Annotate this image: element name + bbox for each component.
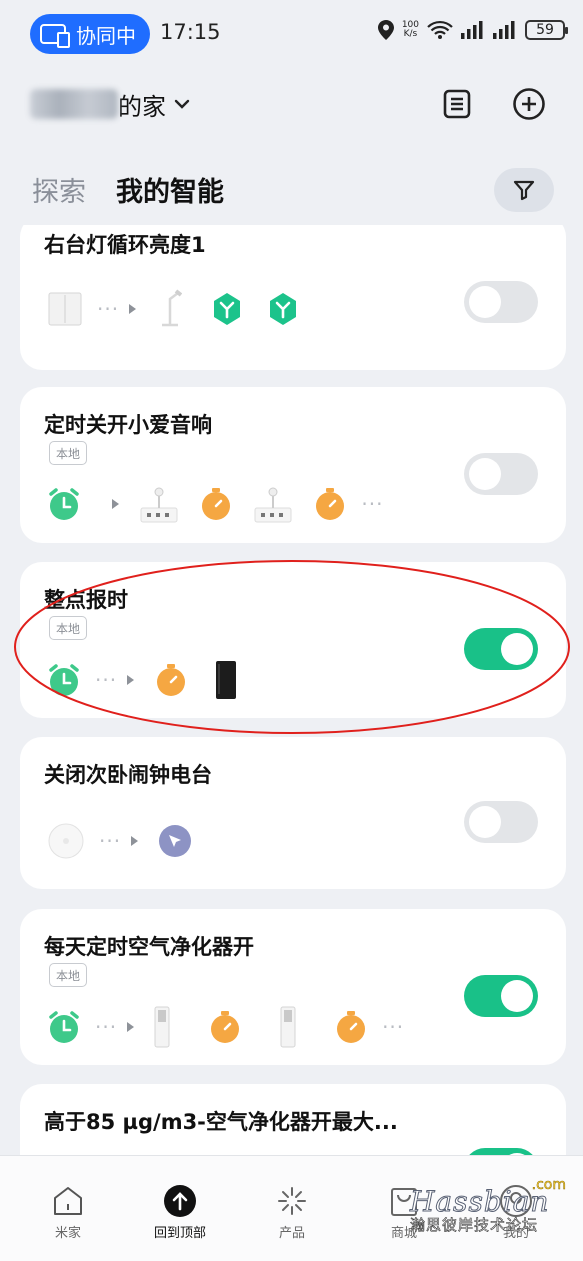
battery-indicator: 59 xyxy=(525,20,568,40)
tab-explore[interactable]: 探索 xyxy=(32,170,86,209)
home-owner-blurred xyxy=(30,89,118,119)
timer-icon xyxy=(334,1010,368,1044)
local-badge: 本地 xyxy=(49,963,87,987)
hexagon-device-icon xyxy=(212,292,242,326)
arrow-right-icon xyxy=(127,675,135,685)
scene-card[interactable]: 整点报时 本地 ··· xyxy=(20,562,566,718)
nav-home[interactable]: 米家 xyxy=(28,1184,108,1241)
air-purifier-device-icon xyxy=(280,1006,296,1048)
scene-title: 每天定时空气净化器开 xyxy=(44,935,254,959)
round-sensor-device-icon xyxy=(47,822,85,860)
document-list-icon xyxy=(443,89,471,119)
ellipsis-icon: ··· xyxy=(99,829,122,853)
power-strip-device-icon xyxy=(253,484,293,524)
alarm-clock-icon xyxy=(47,487,81,521)
chevron-down-icon xyxy=(174,99,190,109)
status-bar: 协同中 17:15 100 K/s 59 xyxy=(0,0,583,70)
nav-products[interactable]: 产品 xyxy=(252,1184,332,1241)
arrow-right-icon xyxy=(112,499,120,509)
hexagon-device-icon xyxy=(268,292,298,326)
network-speed: 100 K/s xyxy=(401,20,419,39)
scene-card[interactable]: 关闭次卧闹钟电台 ··· xyxy=(20,737,566,889)
desk-lamp-device-icon xyxy=(156,289,183,329)
timer-icon xyxy=(313,487,347,521)
scene-list[interactable]: 右台灯循环亮度1 ··· 定时关开小爱音响 本地 ··· 整点报时 本地 ···… xyxy=(0,225,583,1155)
log-button[interactable] xyxy=(437,84,477,124)
local-badge: 本地 xyxy=(49,441,87,465)
scene-title: 定时关开小爱音响 xyxy=(44,413,212,437)
air-purifier-device-icon xyxy=(154,1006,170,1048)
scene-toggle[interactable] xyxy=(464,1148,538,1155)
nav-back-to-top[interactable]: 回到顶部 xyxy=(140,1184,220,1241)
scene-card[interactable]: 高于85 µg/m3-空气净化器开最大... xyxy=(20,1084,566,1155)
scene-toggle[interactable] xyxy=(464,628,538,670)
scene-flow: ··· xyxy=(47,660,264,700)
scene-title: 右台灯循环亮度1 xyxy=(44,233,206,257)
arrow-right-icon xyxy=(127,1022,135,1032)
scene-flow: ··· xyxy=(47,289,324,329)
scene-toggle[interactable] xyxy=(464,801,538,843)
wall-switch-device-icon xyxy=(47,291,83,327)
power-strip-device-icon xyxy=(139,484,179,524)
scene-toggle[interactable] xyxy=(464,453,538,495)
arrow-up-icon xyxy=(164,1185,196,1217)
watermark: .com Hassbian 瀚思彼岸技术论坛 xyxy=(410,1177,567,1235)
scene-card[interactable]: 每天定时空气净化器开 本地 ··· ··· xyxy=(20,909,566,1065)
home-icon xyxy=(54,1187,82,1215)
tab-my-smart[interactable]: 我的智能 xyxy=(116,170,224,209)
ellipsis-icon: ··· xyxy=(361,492,384,516)
filter-icon xyxy=(513,180,535,201)
timer-icon xyxy=(154,663,188,697)
clock: 17:15 xyxy=(160,20,221,44)
scene-title: 高于85 µg/m3-空气净化器开最大... xyxy=(44,1110,398,1134)
scene-title: 关闭次卧闹钟电台 xyxy=(44,763,212,787)
timer-icon xyxy=(199,487,233,521)
signal-icon xyxy=(461,21,483,39)
scene-card[interactable]: 右台灯循环亮度1 ··· xyxy=(20,225,566,370)
scene-title: 整点报时 xyxy=(44,588,128,612)
collab-indicator[interactable]: 协同中 xyxy=(30,14,150,54)
add-button[interactable] xyxy=(509,84,549,124)
sparkle-icon xyxy=(278,1187,306,1215)
signal-icon-2 xyxy=(493,21,515,39)
ellipsis-icon: ··· xyxy=(95,668,118,692)
home-name: 的家 xyxy=(118,92,166,121)
wifi-icon xyxy=(427,20,453,39)
local-badge: 本地 xyxy=(49,616,87,640)
scene-flow: ··· ··· xyxy=(47,1006,414,1048)
scene-toggle[interactable] xyxy=(464,281,538,323)
ellipsis-icon: ··· xyxy=(95,1015,118,1039)
manual-tap-icon xyxy=(158,824,192,858)
ellipsis-icon: ··· xyxy=(382,1015,405,1039)
arrow-right-icon xyxy=(131,836,139,846)
timer-icon xyxy=(208,1010,242,1044)
arrow-right-icon xyxy=(129,304,137,314)
scene-flow: ··· xyxy=(47,821,218,861)
scene-flow: · ··· xyxy=(47,484,393,524)
scene-card[interactable]: 定时关开小爱音响 本地 · ··· xyxy=(20,387,566,543)
collab-label: 协同中 xyxy=(76,23,136,48)
smart-speaker-device-icon xyxy=(214,660,238,700)
location-icon xyxy=(377,20,394,40)
plus-circle-icon xyxy=(513,88,545,120)
scene-toggle[interactable] xyxy=(464,975,538,1017)
home-selector[interactable]: 的家 xyxy=(30,82,190,126)
filter-button[interactable] xyxy=(494,168,554,212)
ellipsis-icon: ··· xyxy=(97,297,120,321)
multi-screen-icon xyxy=(40,24,70,48)
alarm-clock-icon xyxy=(47,1010,81,1044)
alarm-clock-icon xyxy=(47,663,81,697)
